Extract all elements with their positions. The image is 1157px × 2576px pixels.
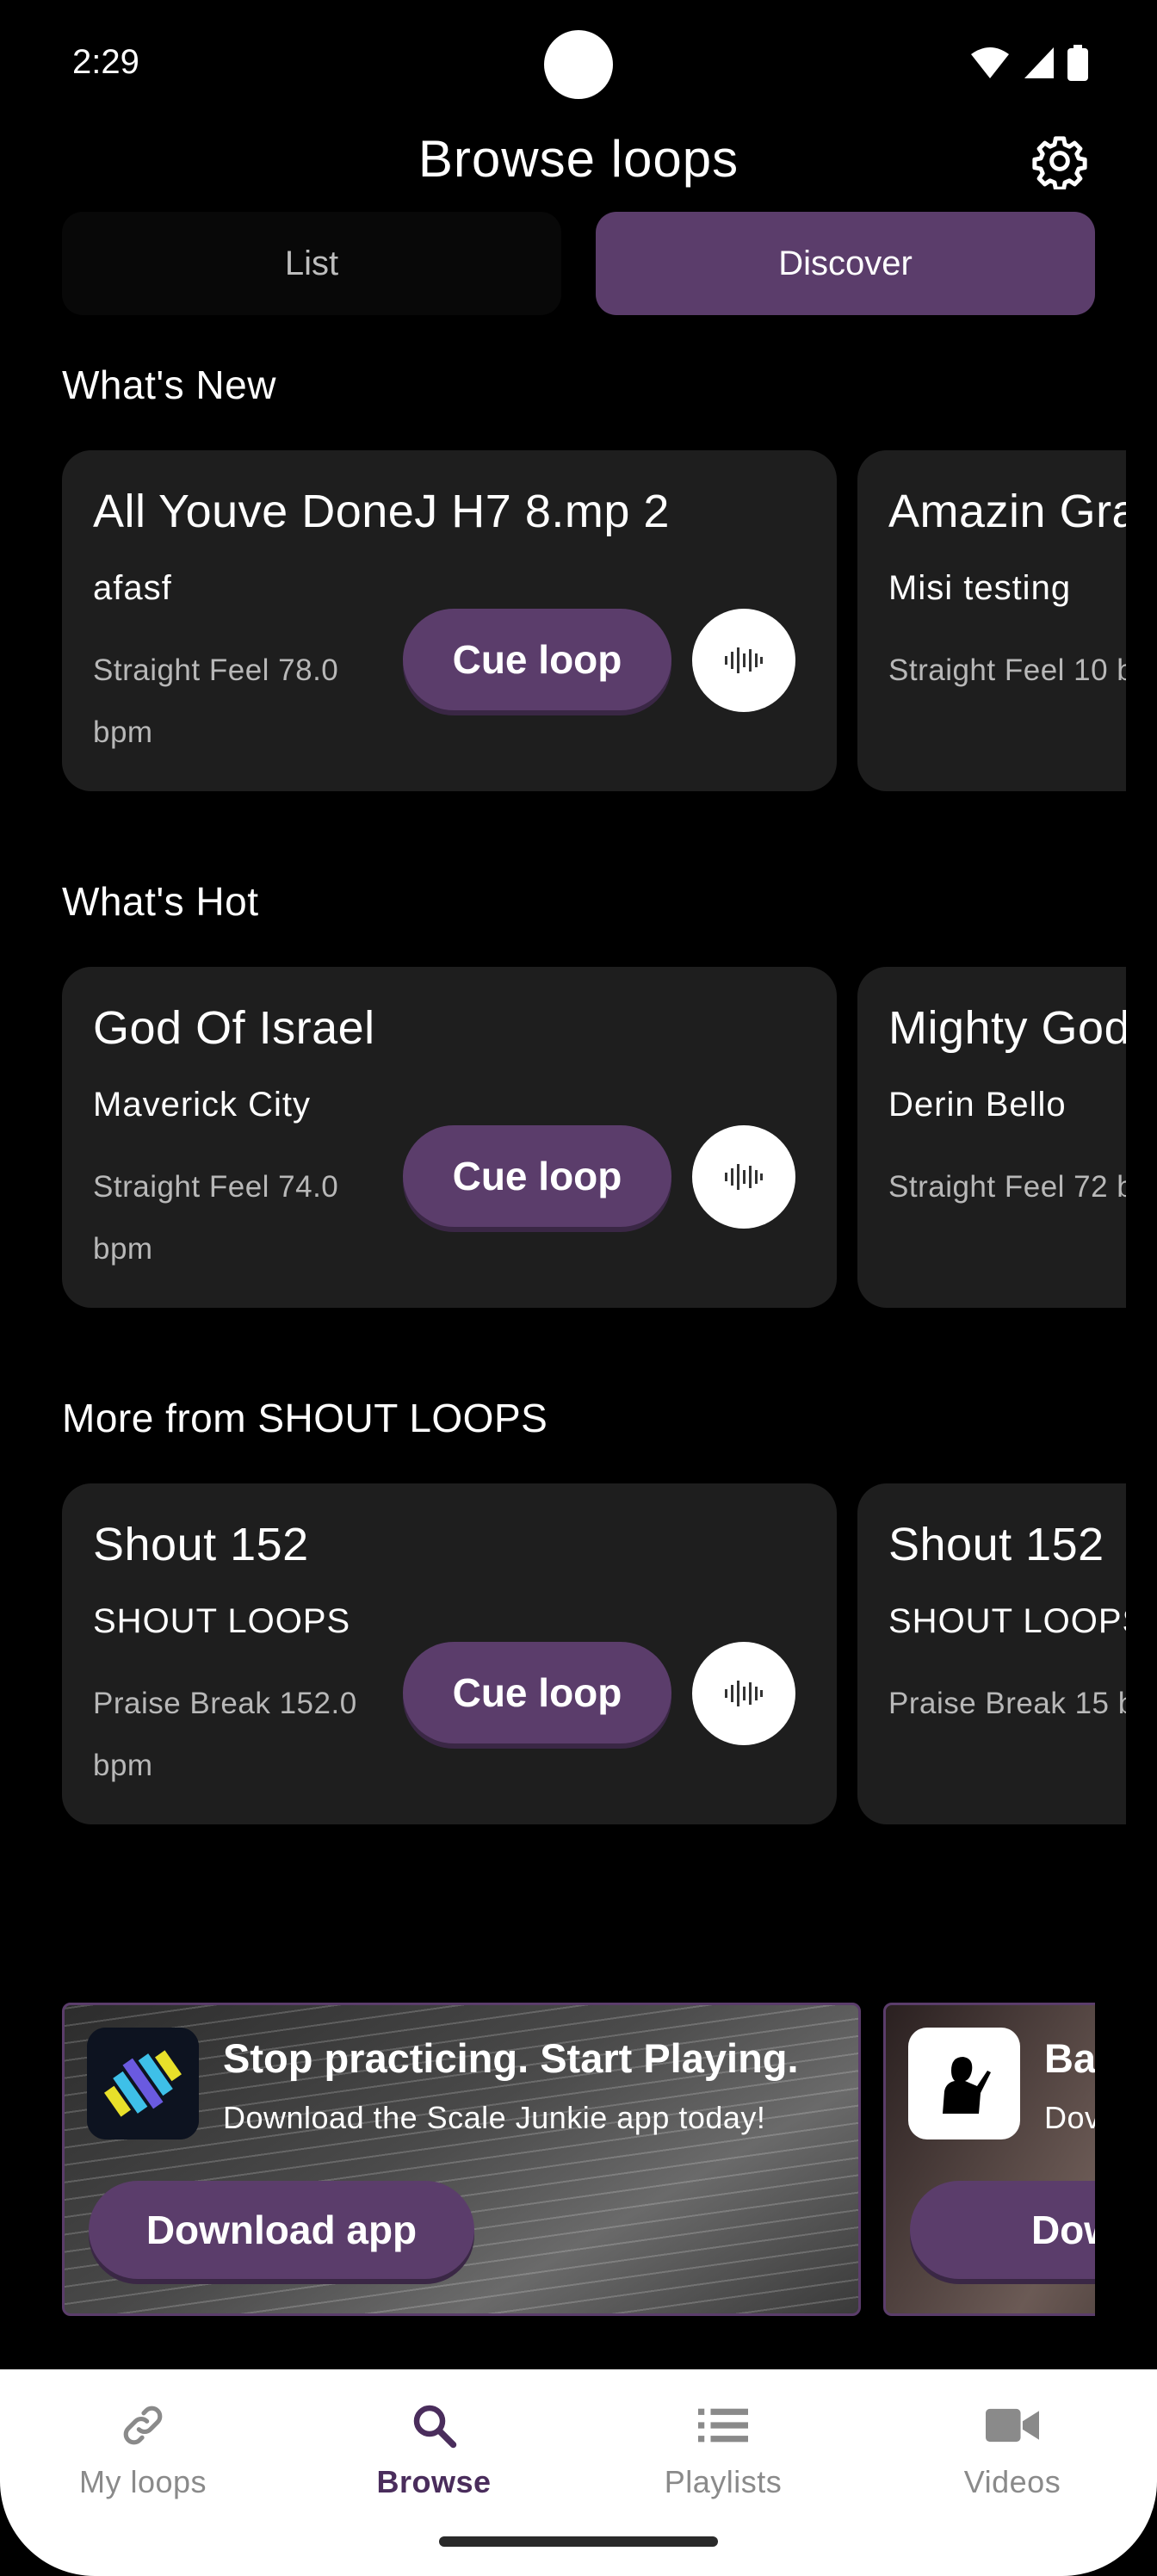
search-icon: [404, 2395, 464, 2455]
list-icon: [693, 2395, 753, 2455]
loop-title: Amazin Gra: [888, 486, 1126, 537]
loop-artist: Misi testing: [888, 569, 1072, 607]
nav-label: Browse: [376, 2464, 492, 2499]
nav-item-playlists[interactable]: Playlists: [594, 2395, 852, 2524]
section-title-more-from-artist: More from SHOUT LOOPS: [62, 1396, 548, 1440]
top-app-bar: Browse loops: [0, 121, 1157, 207]
promo-banner[interactable]: Stop practicing. Start Playing. Download…: [62, 2003, 861, 2316]
promo-app-logo: [908, 2028, 1020, 2139]
loop-card[interactable]: All Youve DoneJ H7 8.mp 2 afasf Straight…: [62, 450, 837, 791]
gesture-navigation-bar[interactable]: [439, 2536, 718, 2547]
waveform-icon: [725, 1681, 763, 1706]
page-title: Browse loops: [418, 130, 739, 188]
cellular-signal-icon: [1024, 47, 1054, 78]
battery-icon: [1067, 45, 1088, 81]
loop-card[interactable]: Shout 152 SHOUT LOOPS Praise Break 152.0…: [62, 1483, 837, 1824]
loop-artist: Maverick City: [93, 1086, 312, 1124]
cue-loop-button[interactable]: Cue loop: [403, 1125, 671, 1227]
waveform-icon: [725, 647, 763, 673]
tab-list[interactable]: List: [62, 212, 561, 315]
loop-card[interactable]: Amazin Gra Misi testing Straight Feel 10…: [857, 450, 1126, 791]
link-icon: [113, 2395, 173, 2455]
promo-headline: Stop practicing. Start Playing.: [223, 2035, 799, 2081]
loop-meta: Straight Feel 10 bpm: [888, 653, 1126, 687]
nav-item-my-loops[interactable]: My loops: [14, 2395, 272, 2524]
loop-card[interactable]: Mighty God Derin Bello Straight Feel 72 …: [857, 967, 1126, 1308]
loop-meta: Straight Feel 72 bpm: [888, 1170, 1126, 1204]
download-app-button[interactable]: Download app: [89, 2181, 474, 2279]
whats-hot-carousel[interactable]: God Of Israel Maverick City Straight Fee…: [62, 967, 1126, 1311]
download-app-button[interactable]: Downlo: [910, 2181, 1095, 2279]
promo-banner[interactable]: Ba Dov Downlo: [883, 2003, 1095, 2316]
waveform-icon: [725, 1164, 763, 1190]
wifi-icon: [971, 47, 1009, 78]
view-toggle: List Discover: [62, 212, 1095, 315]
loop-title: Mighty God: [888, 1002, 1126, 1054]
preview-button[interactable]: [692, 1125, 795, 1229]
section-title-whats-new: What's New: [62, 362, 276, 407]
loop-meta: Straight Feel 74.0 bpm: [93, 1170, 339, 1266]
status-bar: 2:29: [0, 0, 1157, 129]
loop-card[interactable]: God Of Israel Maverick City Straight Fee…: [62, 967, 837, 1308]
nav-item-videos[interactable]: Videos: [883, 2395, 1142, 2524]
gear-icon: [1032, 136, 1087, 189]
scale-junkie-logo-icon: [87, 2028, 199, 2139]
loop-title: God Of Israel: [93, 1002, 375, 1054]
more-from-artist-carousel[interactable]: Shout 152 SHOUT LOOPS Praise Break 152.0…: [62, 1483, 1126, 1828]
conductor-silhouette-icon: [943, 2057, 991, 2114]
loop-artist: Derin Bello: [888, 1086, 1067, 1124]
scale-junkie-logo: [87, 2028, 199, 2139]
loop-artist: afasf: [93, 569, 172, 607]
cue-loop-button[interactable]: Cue loop: [403, 1642, 671, 1743]
preview-button[interactable]: [692, 1642, 795, 1745]
loop-artist: SHOUT LOOPS: [93, 1602, 351, 1640]
nav-label: Playlists: [664, 2464, 783, 2499]
loop-title: All Youve DoneJ H7 8.mp 2: [93, 486, 670, 537]
loop-title: Shout 152: [888, 1519, 1104, 1570]
nav-label: My loops: [78, 2464, 207, 2499]
tab-discover[interactable]: Discover: [596, 212, 1095, 315]
video-camera-icon: [982, 2395, 1043, 2455]
promo-subtext: Download the Scale Junkie app today!: [223, 2100, 766, 2135]
promo-headline: Ba: [1044, 2035, 1095, 2081]
section-title-whats-hot: What's Hot: [62, 879, 259, 924]
whats-new-carousel[interactable]: All Youve DoneJ H7 8.mp 2 afasf Straight…: [62, 450, 1126, 795]
status-time: 2:29: [72, 43, 139, 81]
loop-meta: Straight Feel 78.0 bpm: [93, 653, 339, 749]
promo-subtext: Dov: [1044, 2100, 1095, 2135]
preview-button[interactable]: [692, 609, 795, 712]
status-icons: [969, 45, 1088, 81]
loop-meta: Praise Break 152.0 bpm: [93, 1687, 357, 1782]
loop-meta: Praise Break 15 bpm: [888, 1687, 1126, 1720]
settings-button[interactable]: [1030, 131, 1090, 191]
nav-item-browse[interactable]: Browse: [305, 2395, 563, 2524]
cue-loop-button[interactable]: Cue loop: [403, 609, 671, 710]
nav-label: Videos: [963, 2464, 1061, 2499]
camera-cutout: [544, 30, 613, 99]
loop-artist: SHOUT LOOPS: [888, 1602, 1126, 1640]
loop-card[interactable]: Shout 152 SHOUT LOOPS Praise Break 15 bp…: [857, 1483, 1126, 1824]
promo-carousel[interactable]: Stop practicing. Start Playing. Download…: [62, 2003, 1095, 2318]
loop-title: Shout 152: [93, 1519, 309, 1570]
